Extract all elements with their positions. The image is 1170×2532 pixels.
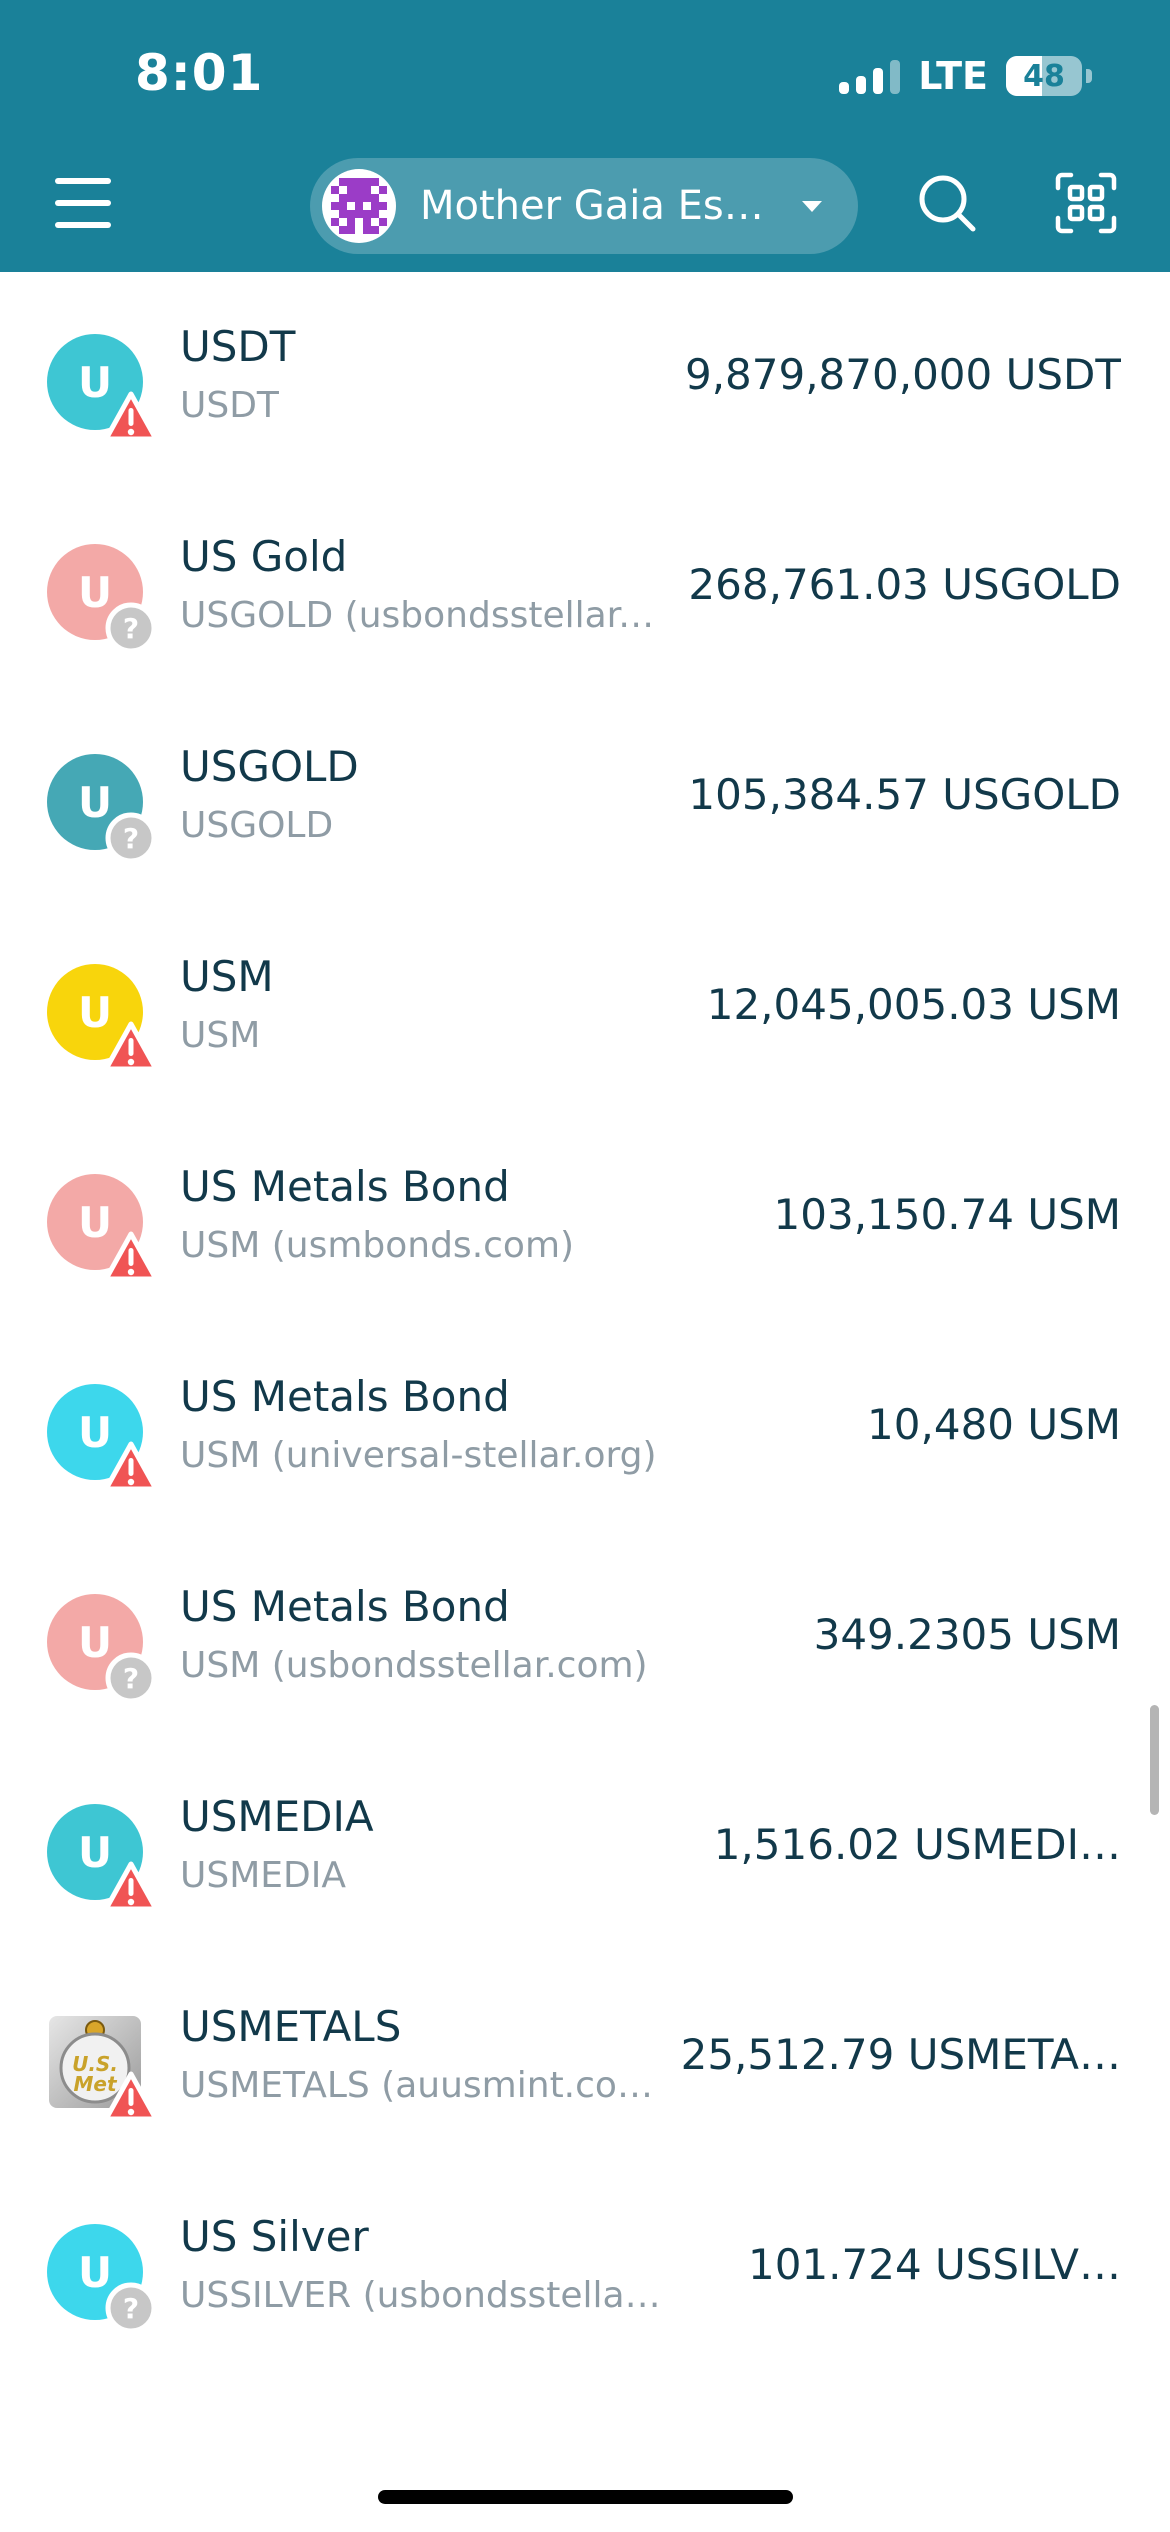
asset-row[interactable]: U US Metals Bond USM (universal-stellar.or…: [0, 1322, 1170, 1532]
svg-text:?: ?: [123, 1662, 139, 1695]
asset-name: US Metals Bond: [180, 1162, 510, 1211]
asset-row[interactable]: U? USGOLD USGOLD 105,384.57 USGOLD: [0, 692, 1170, 902]
asset-row[interactable]: U USMEDIA USMEDIA 1,516.02 USMEDI…: [0, 1742, 1170, 1952]
asset-code: USSILVER (usbondsstellar.com): [180, 2275, 665, 2316]
asset-name: USGOLD: [180, 742, 359, 791]
asset-balance: 105,384.57 USGOLD: [688, 770, 1121, 819]
search-icon[interactable]: [916, 172, 978, 234]
svg-text:?: ?: [123, 2292, 139, 2325]
qr-scan-icon[interactable]: [1055, 172, 1117, 234]
asset-balance: 101.724 USSILV…: [748, 2240, 1121, 2289]
account-avatar: [322, 169, 396, 243]
chevron-down-icon: [802, 200, 822, 212]
asset-name: US Metals Bond: [180, 1582, 510, 1631]
scrollbar[interactable]: [1150, 1705, 1159, 1815]
unknown-issuer-icon: ?: [103, 2280, 159, 2334]
asset-balance: 9,879,870,000 USDT: [684, 350, 1121, 399]
battery-icon: 48: [1006, 56, 1082, 96]
network-label: LTE: [918, 54, 988, 98]
asset-list: U USDT USDT 9,879,870,000 USDT U? US Gold USGO…: [0, 272, 1170, 2372]
unknown-issuer-icon: ?: [103, 600, 159, 654]
battery-tip: [1086, 69, 1092, 83]
asset-name: USMEDIA: [180, 1792, 374, 1841]
asset-balance: 12,045,005.03 USM: [706, 980, 1121, 1029]
asset-row[interactable]: U? US Gold USGOLD (usbondsstellar.… 268,761…: [0, 482, 1170, 692]
asset-code: USM: [180, 1015, 261, 1056]
warning-icon: [103, 390, 159, 444]
account-name: Mother Gaia Es…: [420, 183, 764, 229]
asset-name: US Gold: [180, 532, 348, 581]
asset-row[interactable]: U US Metals Bond USM (usmbonds.com) 103,150…: [0, 1112, 1170, 1322]
hamburger-menu-icon[interactable]: [55, 178, 111, 228]
asset-code: USM (universal-stellar.org): [180, 1435, 657, 1476]
asset-name: US Metals Bond: [180, 1372, 510, 1421]
asset-code: USMEDIA: [180, 1855, 346, 1896]
signal-icon: [839, 58, 901, 94]
asset-balance: 268,761.03 USGOLD: [688, 560, 1121, 609]
asset-row[interactable]: U USM USM 12,045,005.03 USM: [0, 902, 1170, 1112]
asset-name: US Silver: [180, 2212, 369, 2261]
unknown-issuer-icon: ?: [103, 810, 159, 864]
app-header: 8:01 LTE 48 Mother Gaia Es…: [0, 0, 1170, 272]
asset-code: USM (usmbonds.com): [180, 1225, 575, 1266]
asset-balance: 1,516.02 USMEDI…: [713, 1820, 1121, 1869]
asset-row[interactable]: U? US Metals Bond USM (usbondsstellar.com)…: [0, 1532, 1170, 1742]
warning-icon: [103, 2070, 159, 2124]
svg-text:?: ?: [123, 612, 139, 645]
asset-name: USM: [180, 952, 274, 1001]
warning-icon: [103, 1440, 159, 1494]
asset-balance: 103,150.74 USM: [773, 1190, 1121, 1239]
asset-row[interactable]: U USDT USDT 9,879,870,000 USDT: [0, 272, 1170, 482]
warning-icon: [103, 1020, 159, 1074]
asset-code: USMETALS (auusmint.com): [180, 2065, 665, 2106]
battery-percent: 48: [1023, 58, 1065, 94]
warning-icon: [103, 1230, 159, 1284]
unknown-issuer-icon: ?: [103, 1650, 159, 1704]
asset-code: USGOLD: [180, 805, 334, 846]
status-indicators: LTE 48: [839, 52, 1092, 100]
asset-balance: 349.2305 USM: [813, 1610, 1121, 1659]
asset-row[interactable]: U?US SilverUSSILVER (usbondsstellar.com)…: [0, 2162, 1170, 2372]
asset-row[interactable]: U.S. Met USMETALS USMETALS (auusmint.com) 2…: [0, 1952, 1170, 2162]
identicon-icon: [331, 178, 387, 234]
asset-code: USM (usbondsstellar.com): [180, 1645, 648, 1686]
status-time: 8:01: [135, 44, 264, 102]
asset-balance: 25,512.79 USMETA…: [680, 2030, 1121, 2079]
asset-name: USDT: [180, 322, 296, 371]
asset-name: USMETALS: [180, 2002, 402, 2051]
asset-code: USDT: [180, 385, 279, 426]
home-indicator[interactable]: [378, 2490, 793, 2504]
asset-balance: 10,480 USM: [867, 1400, 1121, 1449]
asset-code: USGOLD (usbondsstellar.…: [180, 595, 665, 636]
account-selector[interactable]: Mother Gaia Es…: [310, 158, 858, 254]
warning-icon: [103, 1860, 159, 1914]
svg-text:?: ?: [123, 822, 139, 855]
